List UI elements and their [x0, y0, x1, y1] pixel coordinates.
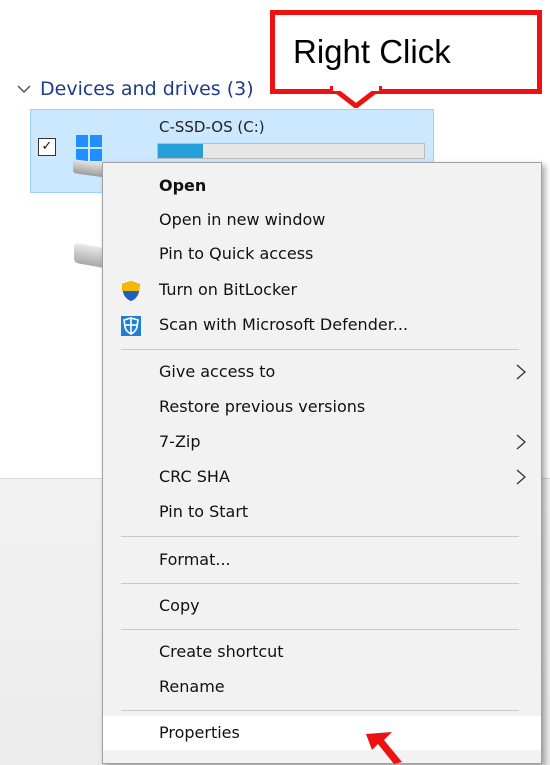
shield-icon [122, 281, 140, 301]
chevron-right-icon [516, 469, 526, 485]
menu-item-rename[interactable]: Rename [103, 670, 541, 704]
menu-item-label: 7-Zip [159, 432, 201, 451]
chevron-down-icon [17, 85, 31, 94]
menu-item-label: Scan with Microsoft Defender... [159, 315, 409, 334]
menu-item-copy[interactable]: Copy [103, 589, 541, 623]
right-click-callout: Right Click [270, 10, 542, 94]
menu-item-label: Copy [159, 596, 200, 615]
callout-tail [330, 86, 382, 108]
menu-item-label: Turn on BitLocker [159, 280, 298, 299]
context-menu: Open Open in new window Pin to Quick acc… [102, 162, 542, 764]
menu-item-crc-sha[interactable]: CRC SHA [103, 460, 541, 494]
menu-item-label: Pin to Quick access [159, 244, 314, 263]
menu-item-label: Format... [159, 550, 231, 569]
menu-item-give-access[interactable]: Give access to [103, 355, 541, 389]
menu-item-open-new-window[interactable]: Open in new window [103, 203, 541, 237]
menu-item-properties[interactable]: Properties [103, 716, 541, 750]
menu-item-label: Properties [159, 723, 240, 742]
menu-separator [121, 349, 519, 350]
drive-checkbox[interactable]: ✓ [38, 138, 56, 156]
defender-icon [121, 316, 141, 336]
menu-item-scan-defender[interactable]: Scan with Microsoft Defender... [103, 308, 541, 342]
menu-item-format[interactable]: Format... [103, 543, 541, 577]
chevron-right-icon [516, 364, 526, 380]
menu-item-label: CRC SHA [159, 467, 230, 486]
drive-name: C-SSD-OS (C:) [159, 118, 265, 136]
menu-item-7zip[interactable]: 7-Zip [103, 425, 541, 459]
callout-text: Right Click [293, 33, 451, 70]
section-title: Devices and drives (3) [40, 78, 254, 100]
menu-item-restore-versions[interactable]: Restore previous versions [103, 390, 541, 424]
menu-item-label: Restore previous versions [159, 397, 366, 416]
menu-item-create-shortcut[interactable]: Create shortcut [103, 635, 541, 669]
menu-item-open[interactable]: Open [103, 169, 541, 203]
menu-item-label: Pin to Start [159, 502, 249, 521]
menu-item-label: Open [159, 176, 207, 195]
menu-item-label: Create shortcut [159, 642, 284, 661]
menu-separator [121, 710, 519, 711]
menu-item-pin-start[interactable]: Pin to Start [103, 495, 541, 529]
windows-logo-icon [76, 135, 102, 161]
menu-separator [121, 536, 519, 537]
red-arrow-pointer-icon [366, 732, 402, 764]
drive-usage-fill [158, 144, 204, 158]
menu-item-bitlocker[interactable]: Turn on BitLocker [103, 273, 541, 307]
menu-separator [121, 583, 519, 584]
menu-item-label: Open in new window [159, 210, 326, 229]
chevron-right-icon [516, 434, 526, 450]
menu-item-label: Rename [159, 677, 225, 696]
menu-separator [121, 629, 519, 630]
drive-usage-bar [157, 143, 425, 159]
devices-and-drives-header[interactable]: Devices and drives (3) [14, 74, 254, 104]
menu-item-label: Give access to [159, 362, 276, 381]
menu-item-pin-quick-access[interactable]: Pin to Quick access [103, 237, 541, 271]
